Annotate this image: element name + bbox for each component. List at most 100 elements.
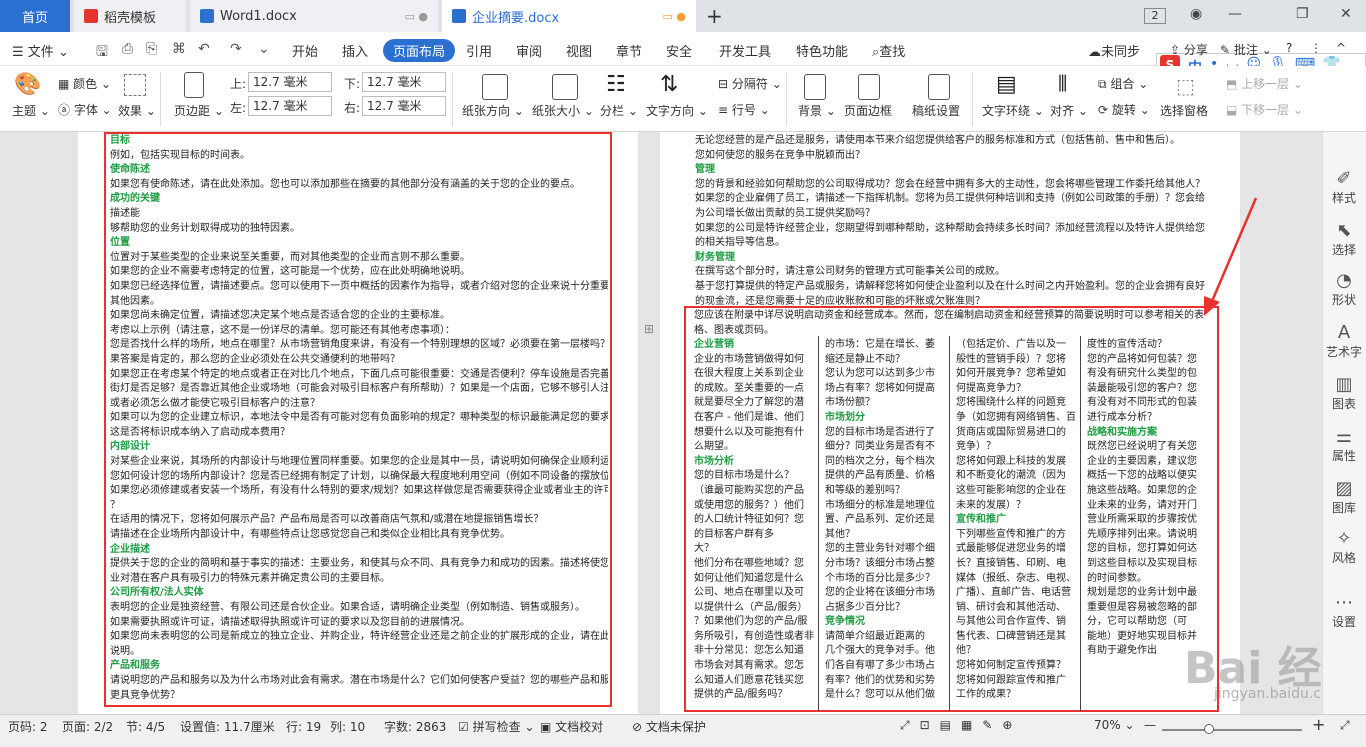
zoom-slider[interactable] bbox=[1162, 729, 1302, 731]
avatar[interactable]: ◉ bbox=[1190, 6, 1202, 22]
sidebar-chart[interactable]: ▥ 图表 bbox=[1322, 374, 1366, 412]
align-icon[interactable]: ⫴ bbox=[1058, 72, 1067, 97]
print-icon[interactable]: ⎘ bbox=[146, 41, 157, 57]
monitor-icon[interactable]: ▭ ● bbox=[405, 10, 429, 23]
tab-docer[interactable]: 稻壳模板 bbox=[74, 0, 186, 32]
menu-page-layout[interactable]: 页面布局 bbox=[383, 39, 456, 62]
tab-enterprise-summary[interactable]: 企业摘要.docx ▭ ● bbox=[442, 0, 696, 32]
more-icon[interactable]: ⋮ bbox=[1310, 41, 1322, 55]
page-size-icon[interactable] bbox=[552, 74, 578, 100]
theme-button[interactable]: 主题 ⌄ bbox=[12, 102, 50, 119]
sidebar-gallery[interactable]: ▨ 图库 bbox=[1322, 478, 1366, 516]
tab-home[interactable]: 首页 bbox=[0, 0, 70, 32]
proofread-button[interactable]: ▣ 文档校对 bbox=[540, 718, 603, 735]
unsaved-dot-icon[interactable]: ▭ ● bbox=[663, 10, 687, 23]
sidebar-styles[interactable]: ✐ 样式 bbox=[1322, 168, 1366, 206]
save-icon[interactable]: 🖫 bbox=[96, 41, 108, 65]
separator-button[interactable]: ⊟ 分隔符 ⌄ bbox=[718, 75, 782, 92]
status-setting[interactable]: 设置值: 11.7厘米 bbox=[180, 718, 275, 735]
top-margin-input[interactable]: 12.7 毫米 bbox=[248, 72, 332, 92]
right-page-text[interactable]: 无论您经营的是产品还是服务，请使用本节来介绍您提供给客户的服务标准和方式（包括售… bbox=[695, 134, 1205, 306]
file-menu[interactable]: ☰ 文件 ⌄ bbox=[12, 41, 69, 60]
print-preview-icon[interactable]: ⎙ bbox=[122, 41, 133, 57]
sidebar-settings[interactable]: ⋯ 设置 bbox=[1322, 592, 1366, 630]
status-page-count[interactable]: 页码: 2 bbox=[8, 718, 48, 735]
columns-button[interactable]: 分栏 ⌄ bbox=[600, 102, 638, 119]
margins-icon[interactable] bbox=[184, 72, 204, 98]
color-button[interactable]: ▦ 颜色 ⌄ bbox=[58, 75, 111, 92]
section-intro[interactable]: 您应该在附录中详尽说明启动资金和经营成本。然而，您在编制启动资金和经营预算的简要… bbox=[694, 309, 1210, 338]
help-icon[interactable]: ? bbox=[1286, 41, 1292, 55]
columns-icon[interactable]: ☷ bbox=[606, 72, 626, 97]
menu-start[interactable]: 开始 bbox=[292, 41, 318, 60]
text-column-2[interactable]: 的市场：它是在增长、萎 缩还是静止不动？ 您认为您可以达到多少市 场占有率？您将如何提… bbox=[825, 338, 955, 703]
minimize-icon[interactable]: — bbox=[1228, 6, 1242, 22]
zoom-out-icon[interactable]: — bbox=[1144, 718, 1156, 732]
undo-icon[interactable]: ↶ bbox=[198, 41, 210, 57]
fullscreen-icon[interactable]: ⤢ bbox=[1340, 718, 1350, 733]
theme-icon[interactable]: 🎨 bbox=[14, 72, 41, 97]
page-size-button[interactable]: 纸张大小 ⌄ bbox=[532, 102, 594, 119]
sidebar-wordart[interactable]: A 艺术字 bbox=[1322, 322, 1366, 360]
menu-review[interactable]: 审阅 bbox=[516, 41, 542, 60]
effect-icon[interactable] bbox=[124, 74, 146, 96]
sidebar-shapes[interactable]: ◔ 形状 bbox=[1322, 270, 1366, 308]
format-painter-icon[interactable]: ⌘ bbox=[172, 41, 186, 57]
status-col[interactable]: 列: 10 bbox=[330, 718, 365, 735]
menu-reference[interactable]: 引用 bbox=[466, 41, 492, 60]
menu-chapter[interactable]: 章节 bbox=[616, 41, 642, 60]
menu-view[interactable]: 视图 bbox=[566, 41, 592, 60]
protect-button[interactable]: ⊘ 文档未保护 bbox=[632, 718, 706, 735]
tab-word1[interactable]: Word1.docx ▭ ● bbox=[190, 0, 438, 32]
spell-check-button[interactable]: ☑ 拼写检查 ⌄ bbox=[458, 718, 534, 735]
zoom-in-icon[interactable]: + bbox=[1312, 715, 1325, 734]
restore-icon[interactable]: ❐ bbox=[1296, 6, 1309, 22]
menu-security[interactable]: 安全 bbox=[666, 41, 692, 60]
tab-count-badge[interactable]: 2 bbox=[1144, 8, 1166, 24]
collapse-ribbon-icon[interactable]: ^ bbox=[1336, 41, 1346, 55]
status-row[interactable]: 行: 19 bbox=[286, 718, 321, 735]
selection-pane-button[interactable]: 选择窗格 bbox=[1160, 102, 1208, 119]
sidebar-select[interactable]: ⬉ 选择 bbox=[1322, 220, 1366, 258]
send-backward-button[interactable]: ⬓ 下移一层 ⌄ bbox=[1226, 101, 1303, 118]
background-icon[interactable] bbox=[804, 74, 826, 100]
group-button[interactable]: ⧉ 组合 ⌄ bbox=[1098, 75, 1148, 92]
status-word-count[interactable]: 字数: 2863 bbox=[384, 718, 446, 735]
quick-access-more-icon[interactable]: ⌄ bbox=[258, 41, 270, 57]
left-page-text[interactable]: 目标 例如，包括实现目标的时间表。 使命陈述 如果您有使命陈述，请在此处添加。您也可以… bbox=[110, 134, 608, 704]
zoom-level[interactable]: 70% ⌄ bbox=[1094, 718, 1135, 732]
effect-button[interactable]: 效果 ⌄ bbox=[118, 102, 156, 119]
line-number-button[interactable]: ≡ 行号 ⌄ bbox=[718, 101, 770, 118]
orientation-button[interactable]: 纸张方向 ⌄ bbox=[462, 102, 524, 119]
font-button[interactable]: ⓐ 字体 ⌄ bbox=[58, 101, 112, 118]
menu-features[interactable]: 特色功能 bbox=[796, 41, 848, 60]
page-border-icon[interactable] bbox=[858, 74, 880, 100]
layout-options-icon[interactable]: ⊞ bbox=[644, 322, 654, 336]
zoom-slider-handle[interactable] bbox=[1204, 724, 1214, 734]
rotate-button[interactable]: ⟳ 旋转 ⌄ bbox=[1098, 101, 1150, 118]
text-wrap-button[interactable]: 文字环绕 ⌄ bbox=[982, 102, 1044, 119]
page-border-button[interactable]: 页面边框 bbox=[844, 102, 892, 119]
bring-forward-button[interactable]: ⬒ 上移一层 ⌄ bbox=[1226, 75, 1303, 92]
text-column-4[interactable]: 度性的宣传活动？ 您的产品将如何包装？您 有没有研究什么类型的包 装最能吸引您的客户？… bbox=[1087, 338, 1217, 659]
share-button[interactable]: ⇪ 分享 bbox=[1170, 41, 1208, 58]
menu-developer[interactable]: 开发工具 bbox=[719, 41, 771, 60]
text-direction-icon[interactable]: ⇅ bbox=[660, 72, 678, 97]
search-button[interactable]: ⌕查找 bbox=[872, 41, 905, 60]
sidebar-style[interactable]: ✧ 风格 bbox=[1322, 528, 1366, 566]
left-margin-input[interactable]: 12.7 毫米 bbox=[248, 96, 332, 116]
bottom-margin-input[interactable]: 12.7 毫米 bbox=[362, 72, 446, 92]
margins-button[interactable]: 页边距 ⌄ bbox=[174, 102, 224, 119]
right-margin-input[interactable]: 12.7 毫米 bbox=[362, 96, 446, 116]
redo-icon[interactable]: ↷ bbox=[230, 41, 242, 57]
draft-paper-icon[interactable] bbox=[928, 74, 950, 100]
sync-button[interactable]: ☁未同步 bbox=[1088, 41, 1140, 60]
text-column-3[interactable]: （包括定价、广告以及一 般性的营销手段）？您将 如何开展竞争？您希望如 何提高竞争力？… bbox=[956, 338, 1086, 703]
menu-insert[interactable]: 插入 bbox=[342, 41, 368, 60]
text-column-1[interactable]: 企业营销 企业的市场营销做得如何 在很大程度上关系到企业 的成败。至关重要的一点 就是要… bbox=[694, 338, 824, 703]
view-mode-icons[interactable]: ⤢⊡▤▦✎⊕ bbox=[900, 718, 1022, 733]
orientation-icon[interactable] bbox=[482, 74, 508, 100]
background-button[interactable]: 背景 ⌄ bbox=[798, 102, 836, 119]
status-section[interactable]: 节: 4/5 bbox=[126, 718, 165, 735]
new-tab-button[interactable]: + bbox=[706, 4, 723, 28]
